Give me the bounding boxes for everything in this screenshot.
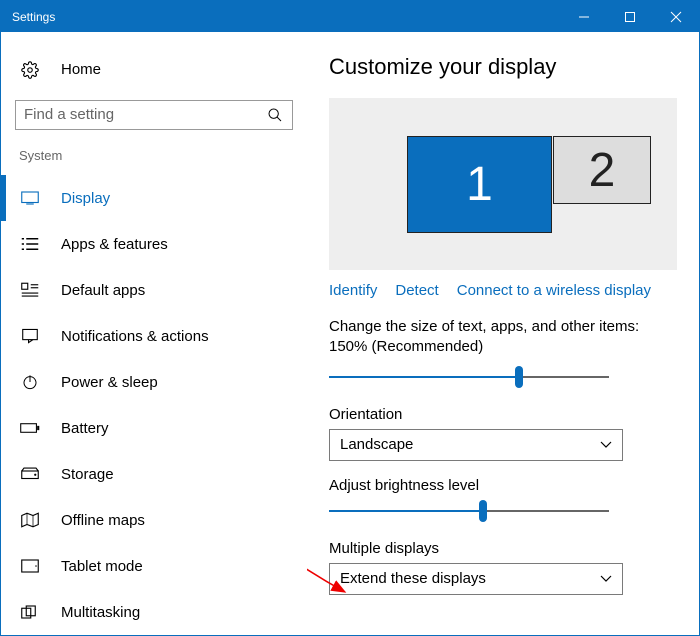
sidebar-item-multitasking[interactable]: Multitasking xyxy=(1,589,307,635)
slider-thumb[interactable] xyxy=(515,366,523,388)
search-icon xyxy=(266,107,284,123)
home-label: Home xyxy=(61,61,101,78)
brightness-label: Adjust brightness level xyxy=(329,477,677,494)
sidebar-item-label: Tablet mode xyxy=(61,558,143,575)
display-preview[interactable]: 1 2 xyxy=(329,98,677,270)
sidebar-item-label: Offline maps xyxy=(61,512,145,529)
search-box[interactable] xyxy=(15,100,293,130)
sidebar-item-maps[interactable]: Offline maps xyxy=(1,497,307,543)
display-actions: Identify Detect Connect to a wireless di… xyxy=(329,282,677,299)
sidebar-item-storage[interactable]: Storage xyxy=(1,451,307,497)
gear-icon xyxy=(19,61,41,79)
sidebar-item-label: Apps & features xyxy=(61,236,168,253)
monitor-icon xyxy=(19,191,41,205)
slider-fill xyxy=(329,376,519,378)
sidebar-item-tablet[interactable]: Tablet mode xyxy=(1,543,307,589)
orientation-label: Orientation xyxy=(329,406,677,423)
page-title: Customize your display xyxy=(329,54,677,80)
monitor-2[interactable]: 2 xyxy=(553,136,651,204)
content-area: Customize your display 1 2 Identify Dete… xyxy=(307,32,699,635)
monitor-1[interactable]: 1 xyxy=(407,136,552,233)
category-label: System xyxy=(1,144,307,175)
identify-link[interactable]: Identify xyxy=(329,282,377,299)
scale-text: Change the size of text, apps, and other… xyxy=(329,317,677,358)
connect-wireless-link[interactable]: Connect to a wireless display xyxy=(457,282,651,299)
close-button[interactable] xyxy=(653,1,699,32)
sidebar-item-display[interactable]: Display xyxy=(1,175,307,221)
window-title: Settings xyxy=(1,10,561,24)
map-icon xyxy=(19,512,41,528)
orientation-value: Landscape xyxy=(340,436,413,453)
sidebar-item-label: Storage xyxy=(61,466,114,483)
multiple-displays-dropdown[interactable]: Extend these displays xyxy=(329,563,623,595)
multitasking-icon xyxy=(19,605,41,619)
list-icon xyxy=(19,237,41,251)
scale-slider[interactable] xyxy=(329,366,609,388)
nav-list: Display Apps & features Default apps xyxy=(1,175,307,635)
sidebar-item-label: Multitasking xyxy=(61,604,140,621)
sidebar-item-label: Display xyxy=(61,190,110,207)
slider-fill xyxy=(329,510,483,512)
home-nav[interactable]: Home xyxy=(1,50,307,94)
brightness-slider[interactable] xyxy=(329,500,609,522)
sidebar-item-default-apps[interactable]: Default apps xyxy=(1,267,307,313)
detect-link[interactable]: Detect xyxy=(395,282,438,299)
notification-icon xyxy=(19,328,41,344)
tablet-icon xyxy=(19,559,41,573)
storage-icon xyxy=(19,467,41,481)
settings-window: Settings Home xyxy=(0,0,700,636)
battery-icon xyxy=(19,422,41,434)
chevron-down-icon xyxy=(600,436,612,453)
chevron-down-icon xyxy=(600,570,612,587)
sidebar-item-label: Default apps xyxy=(61,282,145,299)
sidebar-item-battery[interactable]: Battery xyxy=(1,405,307,451)
search-input[interactable] xyxy=(24,106,266,123)
slider-thumb[interactable] xyxy=(479,500,487,522)
power-icon xyxy=(19,374,41,390)
orientation-dropdown[interactable]: Landscape xyxy=(329,429,623,461)
defaults-icon xyxy=(19,282,41,298)
multiple-displays-value: Extend these displays xyxy=(340,570,486,587)
sidebar-item-apps[interactable]: Apps & features xyxy=(1,221,307,267)
sidebar-item-label: Notifications & actions xyxy=(61,328,209,345)
minimize-button[interactable] xyxy=(561,1,607,32)
multiple-displays-label: Multiple displays xyxy=(329,540,677,557)
titlebar: Settings xyxy=(1,1,699,32)
sidebar-item-label: Battery xyxy=(61,420,109,437)
sidebar: Home System Display xyxy=(1,32,307,635)
sidebar-item-notifications[interactable]: Notifications & actions xyxy=(1,313,307,359)
sidebar-item-power[interactable]: Power & sleep xyxy=(1,359,307,405)
window-body: Home System Display xyxy=(1,32,699,635)
maximize-button[interactable] xyxy=(607,1,653,32)
sidebar-item-label: Power & sleep xyxy=(61,374,158,391)
